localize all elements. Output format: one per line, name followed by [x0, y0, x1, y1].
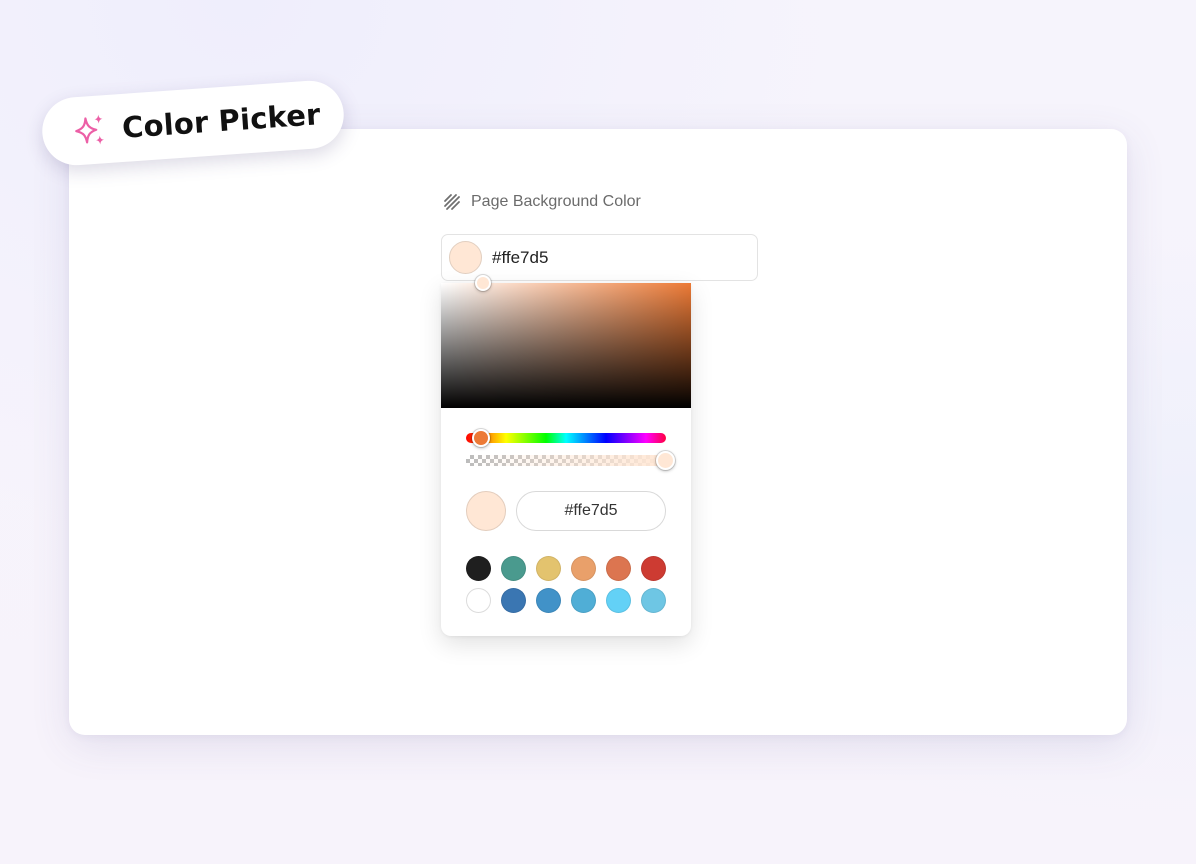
- preset-swatch[interactable]: [466, 588, 491, 613]
- alpha-handle[interactable]: [656, 451, 675, 470]
- hue-handle[interactable]: [472, 429, 490, 447]
- preset-swatch[interactable]: [571, 556, 596, 581]
- hatch-pattern-icon: [444, 194, 460, 210]
- saturation-value-area[interactable]: [441, 283, 691, 408]
- preset-swatch[interactable]: [536, 556, 561, 581]
- field-label-text: Page Background Color: [471, 193, 641, 210]
- preset-swatch[interactable]: [571, 588, 596, 613]
- color-field-swatch[interactable]: [449, 241, 482, 274]
- preset-swatch[interactable]: [536, 588, 561, 613]
- color-field-value: #ffe7d5: [492, 247, 549, 267]
- preset-swatch[interactable]: [606, 588, 631, 613]
- saturation-handle[interactable]: [475, 275, 491, 291]
- color-field[interactable]: #ffe7d5: [441, 234, 758, 281]
- preset-swatch[interactable]: [466, 556, 491, 581]
- hex-input[interactable]: [516, 491, 666, 531]
- badge-title: Color Picker: [120, 97, 322, 145]
- preset-swatch[interactable]: [606, 556, 631, 581]
- hue-slider[interactable]: [466, 433, 666, 443]
- preset-swatches: [466, 556, 666, 613]
- preset-swatch[interactable]: [501, 556, 526, 581]
- preset-swatch[interactable]: [641, 588, 666, 613]
- sparkle-icon: [75, 114, 104, 145]
- field-label: Page Background Color: [443, 191, 641, 213]
- preset-swatch[interactable]: [501, 588, 526, 613]
- color-picker-popover: [441, 275, 691, 636]
- alpha-slider[interactable]: [466, 455, 666, 466]
- preset-swatch[interactable]: [641, 556, 666, 581]
- color-preview-swatch: [466, 491, 506, 531]
- alpha-gradient: [466, 455, 666, 466]
